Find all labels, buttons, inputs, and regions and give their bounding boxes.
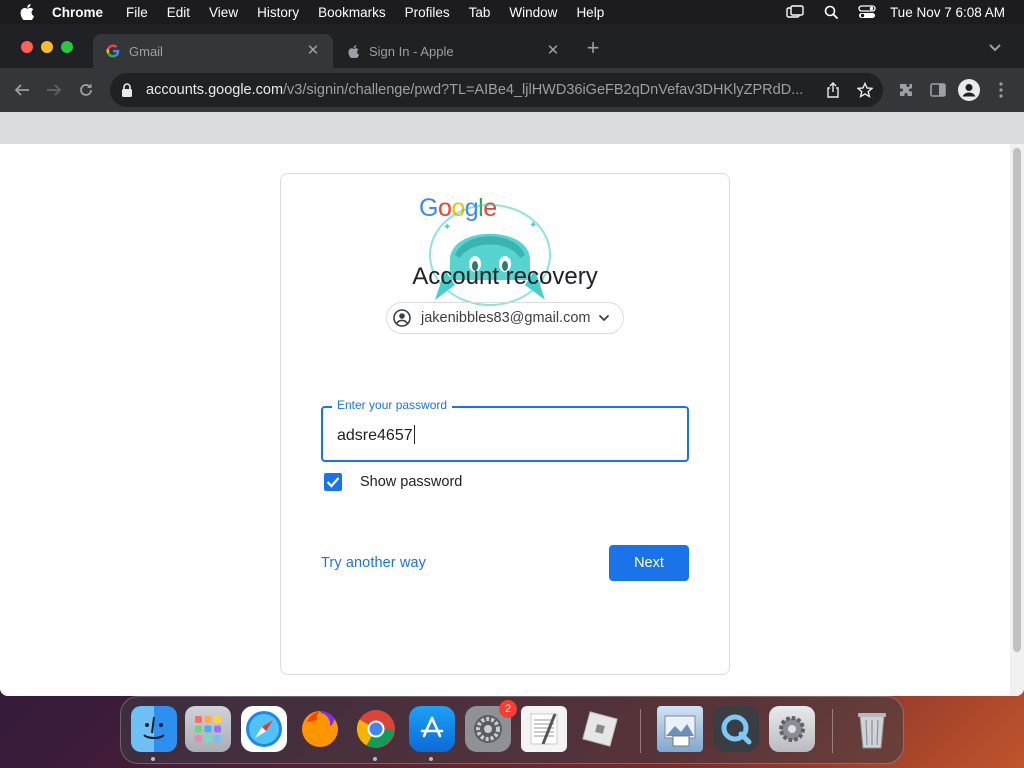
running-indicator <box>373 757 377 761</box>
scrollbar-thumb[interactable] <box>1013 148 1021 652</box>
show-password-checkbox[interactable] <box>324 473 342 491</box>
apple-icon <box>345 43 361 59</box>
close-window-button[interactable] <box>21 41 33 53</box>
reload-icon[interactable] <box>76 80 96 100</box>
screen-mirroring-icon[interactable] <box>786 5 804 19</box>
apple-menu-icon[interactable] <box>20 4 34 20</box>
macos-menu-bar: Chrome File Edit View History Bookmarks … <box>0 0 1024 24</box>
account-chip[interactable]: jakenibbles83@gmail.com <box>386 302 624 334</box>
menu-file[interactable]: File <box>126 5 148 20</box>
minimize-window-button[interactable] <box>41 41 53 53</box>
menu-profiles[interactable]: Profiles <box>405 5 450 20</box>
settings-gear-icon[interactable] <box>769 706 815 752</box>
menu-view[interactable]: View <box>209 5 238 20</box>
password-field[interactable]: Enter your password adsre4657 <box>321 398 689 462</box>
launchpad-icon[interactable] <box>185 706 231 752</box>
try-another-way-link[interactable]: Try another way <box>321 555 426 571</box>
page-scrollbar[interactable] <box>1010 144 1024 696</box>
side-panel-icon[interactable] <box>927 79 949 101</box>
close-tab-icon[interactable]: ✕ <box>305 43 321 59</box>
url-path: /v3/signin/challenge/pwd?TL=AIBe4_ljlHWD… <box>283 82 804 98</box>
browser-toolbar: accounts.google.com/v3/signin/challenge/… <box>0 68 1024 112</box>
firefox-icon[interactable] <box>297 706 343 752</box>
menu-tab[interactable]: Tab <box>469 5 491 20</box>
tab-apple-signin[interactable]: Sign In - Apple ✕ <box>333 34 573 68</box>
chrome-window: Gmail ✕ Sign In - Apple ✕ + accounts.goo… <box>0 24 1024 696</box>
checkmark-icon <box>326 477 340 488</box>
account-email: jakenibbles83@gmail.com <box>421 310 591 326</box>
menu-help[interactable]: Help <box>576 5 604 20</box>
tab-search-chevron-icon[interactable] <box>988 43 1002 53</box>
extensions-puzzle-icon[interactable] <box>895 79 917 101</box>
url-text[interactable]: accounts.google.com/v3/signin/challenge/… <box>146 82 816 98</box>
new-tab-plus-icon[interactable]: + <box>584 37 602 59</box>
notification-badge: 2 <box>499 700 517 718</box>
trash-icon[interactable] <box>849 706 895 752</box>
safari-icon[interactable] <box>241 706 287 752</box>
signin-card: Google ✦ ✦ Account recovery jakenibbles8… <box>280 173 730 675</box>
macos-dock: 2 <box>120 696 904 764</box>
menu-bookmarks[interactable]: Bookmarks <box>318 5 386 20</box>
menu-app-name[interactable]: Chrome <box>52 5 103 20</box>
page-content: Google ✦ ✦ Account recovery jakenibbles8… <box>0 144 1024 696</box>
system-preferences-icon[interactable]: 2 <box>465 700 517 752</box>
dock-separator <box>832 709 833 753</box>
share-icon[interactable] <box>824 81 842 99</box>
chrome-icon[interactable] <box>353 706 399 752</box>
dock-separator <box>640 709 641 753</box>
tab-strip: Gmail ✕ Sign In - Apple ✕ + <box>0 24 1024 68</box>
preview-icon[interactable] <box>657 706 703 752</box>
url-host: accounts.google.com <box>146 82 284 98</box>
chrome-menu-kebab-icon[interactable] <box>990 79 1012 101</box>
svg-text:✦: ✦ <box>443 222 451 233</box>
tab-gmail[interactable]: Gmail ✕ <box>93 34 333 68</box>
chevron-down-icon <box>599 314 610 322</box>
running-indicator <box>151 757 155 761</box>
control-center-icon[interactable] <box>858 5 876 19</box>
text-caret <box>413 425 415 444</box>
bookmarks-bar-area <box>0 112 1024 144</box>
textedit-icon[interactable] <box>521 706 567 752</box>
tab-label: Gmail <box>129 43 163 59</box>
zoom-window-button[interactable] <box>61 41 73 53</box>
close-tab-icon[interactable]: ✕ <box>545 43 561 59</box>
lock-icon[interactable] <box>121 83 133 97</box>
roblox-icon[interactable] <box>577 706 623 752</box>
password-field-label: Enter your password <box>332 398 453 412</box>
watermark-mascot-icon: ✦ ✦ <box>429 204 551 306</box>
address-bar[interactable]: accounts.google.com/v3/signin/challenge/… <box>110 73 883 107</box>
window-controls <box>21 41 81 53</box>
tab-label: Sign In - Apple <box>369 43 454 59</box>
bookmark-star-icon[interactable] <box>856 81 874 99</box>
app-store-icon[interactable] <box>409 706 455 752</box>
menu-window[interactable]: Window <box>509 5 557 20</box>
password-value: adsre4657 <box>337 427 413 444</box>
profile-avatar-icon[interactable] <box>958 79 980 101</box>
password-input[interactable]: adsre4657 <box>337 425 667 445</box>
back-arrow-icon[interactable] <box>12 80 32 100</box>
page-title: Account recovery <box>412 263 598 290</box>
menu-edit[interactable]: Edit <box>167 5 190 20</box>
show-password-label[interactable]: Show password <box>360 474 462 490</box>
svg-text:✦: ✦ <box>529 220 537 231</box>
running-indicator <box>429 757 433 761</box>
google-g-icon <box>105 43 121 59</box>
menubar-clock[interactable]: Tue Nov 7 6:08 AM <box>890 5 1005 20</box>
account-circle-icon <box>393 309 411 327</box>
quicktime-icon[interactable] <box>713 706 759 752</box>
spotlight-search-icon[interactable] <box>822 5 840 19</box>
menu-history[interactable]: History <box>257 5 299 20</box>
finder-icon[interactable] <box>131 706 177 752</box>
next-button[interactable]: Next <box>609 545 689 581</box>
forward-arrow-icon[interactable] <box>44 80 64 100</box>
